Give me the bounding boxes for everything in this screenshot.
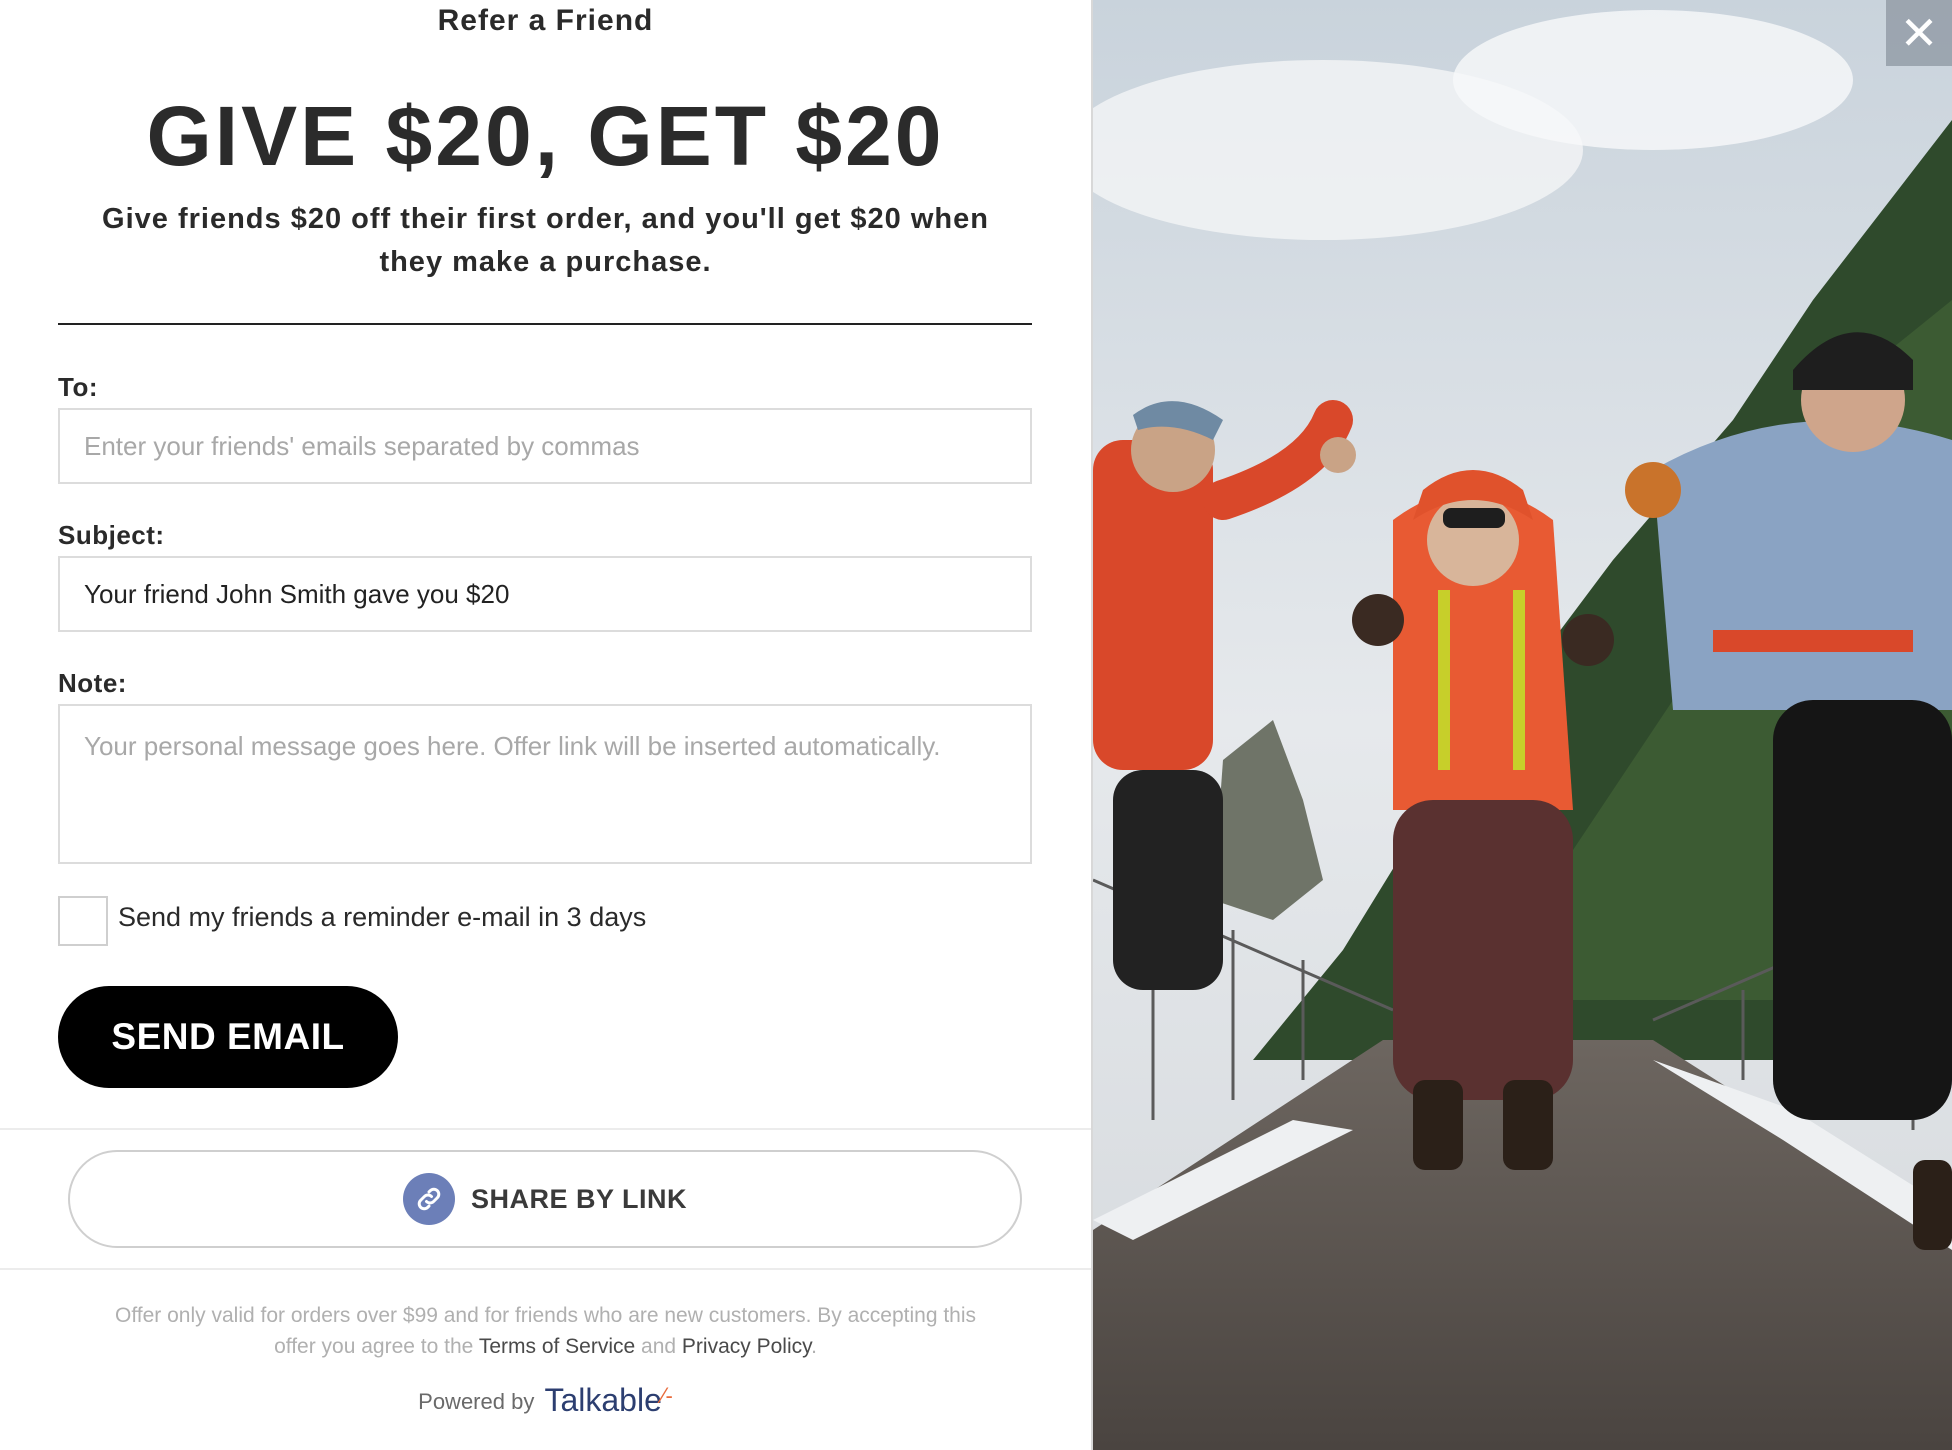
privacy-policy-link[interactable]: Privacy Policy — [682, 1335, 811, 1358]
send-email-button[interactable]: SEND EMAIL — [58, 986, 398, 1088]
terms-of-service-link[interactable]: Terms of Service — [479, 1335, 635, 1358]
modal-kicker: Refer a Friend — [437, 4, 654, 37]
legal-disclaimer: Offer only valid for orders over $99 and… — [100, 1300, 991, 1362]
footer-divider — [0, 1268, 1091, 1270]
offer-headline: GIVE $20, GET $20 — [146, 89, 945, 183]
hikers-jumping-photo — [1093, 0, 1952, 1450]
note-label: Note: — [58, 668, 127, 698]
to-label: To: — [58, 372, 98, 402]
note-textarea[interactable] — [58, 704, 1032, 864]
legal-period: . — [811, 1335, 817, 1358]
reminder-checkbox[interactable] — [58, 896, 108, 946]
legal-and: and — [641, 1335, 677, 1358]
offer-description: Give friends $20 off their first order, … — [102, 203, 989, 278]
header-divider — [58, 323, 1032, 325]
powered-by: Powered by Talkable⁄- — [0, 1382, 1091, 1419]
friends-emails-input[interactable] — [58, 408, 1032, 484]
link-icon — [402, 1173, 455, 1225]
referral-modal: Refer a Friend GIVE $20, GET $20 Give fr… — [0, 0, 1952, 1450]
logo-spark-icon: ⁄- — [661, 1383, 673, 1408]
talkable-logo[interactable]: Talkable⁄- — [544, 1382, 672, 1418]
reminder-label: Send my friends a reminder e-mail in 3 d… — [118, 902, 647, 932]
hikers-photo: ✕ — [1093, 0, 1952, 1450]
brand-name: Talkable — [544, 1382, 662, 1418]
powered-by-label: Powered by — [418, 1389, 535, 1414]
share-by-link-label: SHARE BY LINK — [470, 1183, 688, 1214]
close-icon: ✕ — [1899, 7, 1939, 59]
share-by-link-button[interactable]: SHARE BY LINK — [68, 1150, 1022, 1248]
subject-input[interactable] — [58, 556, 1032, 632]
close-button[interactable]: ✕ — [1886, 0, 1952, 66]
section-divider — [0, 1128, 1091, 1130]
referral-form-panel: Refer a Friend GIVE $20, GET $20 Give fr… — [0, 0, 1093, 1450]
subject-label: Subject: — [58, 520, 165, 550]
